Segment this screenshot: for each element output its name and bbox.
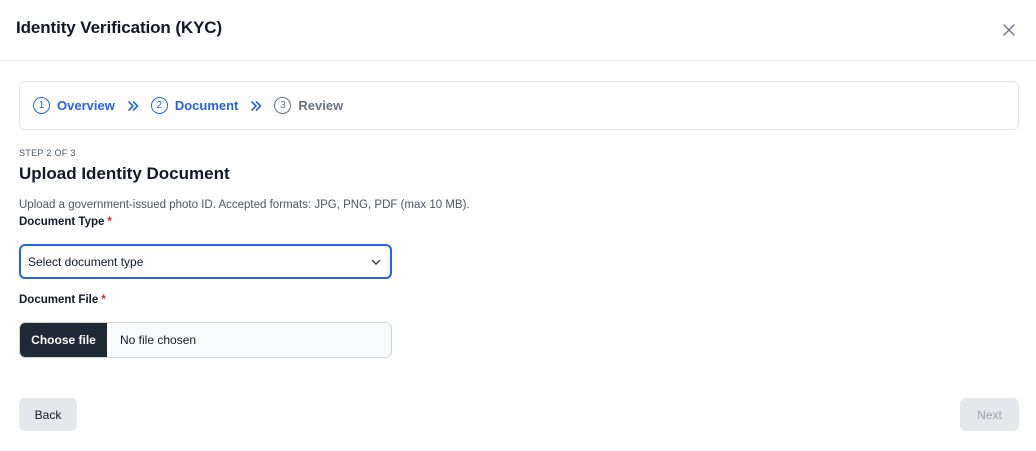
step-review: 3 Review [274,97,343,114]
choose-file-button[interactable]: Choose file [20,323,107,357]
section-description: Upload a government-issued photo ID. Acc… [19,199,470,211]
back-button[interactable]: Back [19,398,77,431]
document-type-select[interactable]: Select document type [19,244,392,279]
double-chevron-right-icon [127,100,139,112]
modal-title: Identity Verification (KYC) [16,18,223,37]
document-file-input[interactable]: Choose file No file chosen [19,322,392,358]
document-file-label-text: Document File [19,294,99,306]
step-number: 2 [150,97,168,114]
step-label: Document [174,98,239,113]
document-type-selected-value: Select document type [28,254,144,269]
document-type-label: Document Type * [19,216,112,228]
stepper: 1 Overview 2 Document 3 Review [19,81,1019,130]
step-label: Overview [57,98,115,113]
kyc-modal: Identity Verification (KYC) 1 Overview 2… [0,0,1036,451]
step-label: Review [298,98,344,113]
document-type-label-text: Document Type [19,216,105,228]
step-document[interactable]: 2 Document [150,97,239,114]
close-icon [1003,24,1015,36]
next-button: Next [960,398,1019,431]
close-button[interactable] [999,20,1019,40]
step-count: STEP 2 OF 3 [19,148,76,158]
required-mark: * [101,294,106,306]
section-title: Upload Identity Document [19,164,230,183]
modal-header: Identity Verification (KYC) [0,0,1036,61]
required-mark: * [107,216,112,228]
step-number: 3 [274,97,292,114]
step-number: 1 [33,97,50,114]
document-file-label: Document File * [19,294,106,306]
chevron-down-icon [371,259,381,265]
double-chevron-right-icon [250,100,262,112]
file-status: No file chosen [120,333,197,347]
step-overview[interactable]: 1 Overview [33,97,115,114]
